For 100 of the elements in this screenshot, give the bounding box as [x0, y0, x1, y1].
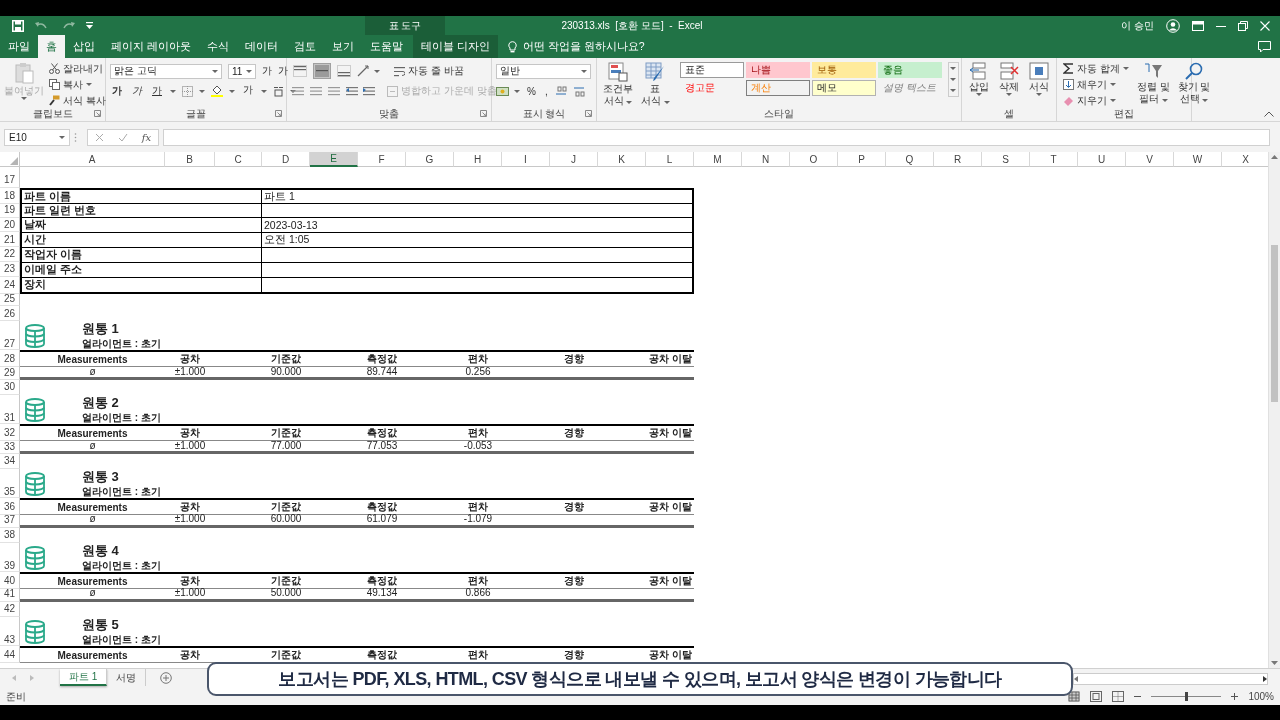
column-letter[interactable]: V — [1126, 152, 1174, 167]
wrap-text-button[interactable]: 자동 줄 바꿈 — [392, 64, 466, 78]
sheet-tab[interactable]: 서명 — [107, 669, 147, 686]
cell-style-swatch[interactable]: 좋음 — [877, 62, 942, 78]
ribbon-tab[interactable]: 도움말 — [361, 35, 411, 58]
vertical-align-button[interactable] — [335, 63, 353, 79]
bold-button[interactable]: 가 — [110, 84, 124, 98]
caret-icon — [976, 93, 982, 96]
column-letter[interactable]: T — [1030, 152, 1078, 167]
insert-function-button[interactable]: fx — [141, 131, 152, 143]
shrink-font-button[interactable]: 가 — [278, 64, 288, 78]
column-header: 공차 — [180, 648, 200, 663]
cell-style-swatch[interactable]: 나쁨 — [745, 62, 810, 78]
font-name-dropdown[interactable]: 맑은 고딕 — [110, 63, 222, 79]
column-letter[interactable]: C — [215, 152, 262, 167]
number-format-dropdown[interactable]: 일반 — [496, 63, 591, 79]
table-cell: 61.079 — [366, 513, 398, 525]
column-letter[interactable]: F — [358, 152, 406, 167]
copy-button[interactable]: 복사 — [47, 78, 108, 91]
table-cell: 파트 이름 — [20, 187, 262, 204]
font-size-dropdown[interactable]: 11 — [228, 63, 256, 79]
clear-button[interactable]: 지우기 — [1061, 94, 1131, 107]
ribbon-tab[interactable]: 검토 — [285, 35, 324, 58]
fill-button[interactable]: 채우기 — [1061, 78, 1131, 91]
cell-style-swatch[interactable]: 경고문 — [679, 80, 744, 96]
dialog-launcher-icon — [480, 110, 487, 117]
column-letter[interactable]: E — [310, 152, 358, 167]
insert-cells-button[interactable]: 삽입 — [967, 62, 991, 96]
format-cells-button[interactable]: 서식 — [1027, 62, 1051, 96]
column-letter[interactable]: N — [742, 152, 790, 167]
group-label: 스타일 — [764, 107, 794, 121]
formula-field[interactable] — [163, 128, 1270, 146]
ribbon-tab[interactable]: 파일 — [0, 35, 38, 58]
horizontal-scrollbar[interactable] — [1073, 673, 1268, 685]
column-header: Measurements — [57, 574, 128, 589]
column-letter[interactable]: H — [454, 152, 502, 167]
column-letter[interactable]: I — [502, 152, 550, 167]
column-letter[interactable]: G — [406, 152, 454, 167]
name-box[interactable]: E10 — [4, 128, 70, 146]
caret-icon — [374, 69, 380, 73]
ribbon-tab[interactable]: 테이블 디자인 — [412, 35, 498, 58]
group-label: 셀 — [1004, 107, 1014, 121]
caret-icon — [950, 67, 957, 70]
table-cell: 장치 — [20, 276, 262, 294]
table-cell: 77.053 — [366, 439, 398, 451]
grow-font-button[interactable]: 가 — [262, 64, 272, 78]
column-header: 측정값 — [367, 648, 397, 663]
column-letter[interactable]: W — [1174, 152, 1222, 167]
column-letter[interactable]: O — [790, 152, 838, 167]
column-letter[interactable]: K — [598, 152, 646, 167]
sort-filter-button[interactable]: 정렬 및 필터 — [1134, 62, 1172, 104]
section-subtitle: 얼라이먼트 : 초기 — [82, 411, 161, 425]
row-number: 22 — [0, 247, 20, 262]
font-color-button[interactable]: 가 — [241, 84, 255, 98]
ribbon-tab[interactable]: 삽입 — [65, 35, 103, 58]
cell-style-swatch[interactable]: 표준 — [679, 62, 744, 78]
format-painter-button[interactable]: 서식 복사 — [47, 94, 108, 107]
column-letter[interactable]: R — [934, 152, 982, 167]
table-cell: 0.866 — [465, 586, 491, 599]
vertical-align-button[interactable] — [313, 63, 331, 79]
comma-button[interactable]: , — [542, 84, 550, 98]
percent-button[interactable]: % — [525, 84, 538, 98]
italic-button[interactable]: 가 — [130, 84, 144, 98]
cell-style-swatch[interactable]: 설명 텍스트 — [877, 80, 942, 96]
ribbon-tab[interactable]: 수식 — [198, 35, 237, 58]
borders-icon — [182, 85, 193, 97]
vertical-align-button[interactable] — [291, 63, 309, 79]
column-letter[interactable]: M — [694, 152, 742, 167]
find-select-button[interactable]: 찾기 및 선택 — [1175, 62, 1213, 104]
sheet-tab[interactable]: 파트 1 — [60, 669, 108, 686]
zoom-level[interactable]: 100% — [1248, 691, 1274, 702]
column-letter[interactable]: L — [646, 152, 694, 167]
vertical-scrollbar[interactable] — [1268, 152, 1280, 668]
column-letter[interactable]: S — [982, 152, 1030, 167]
gallery-scroll[interactable] — [947, 62, 959, 97]
column-header: 측정값 — [367, 426, 397, 441]
scroll-thumb[interactable] — [1271, 245, 1278, 402]
column-letter[interactable]: J — [550, 152, 598, 167]
cut-button[interactable]: 잘라내기 — [47, 62, 108, 75]
underline-button[interactable]: 가 — [150, 84, 164, 98]
column-letter[interactable]: P — [838, 152, 886, 167]
column-header: 경향 — [564, 574, 584, 589]
ribbon-tab[interactable]: 홈 — [38, 35, 65, 58]
slider-thumb[interactable] — [1185, 692, 1189, 701]
ribbon-tab[interactable]: 보기 — [323, 35, 362, 58]
format-as-table-button[interactable]: 표 서식 — [639, 62, 672, 106]
column-letter[interactable]: U — [1078, 152, 1126, 167]
tell-me-field[interactable]: 어떤 작업을 원하시나요? — [522, 39, 645, 54]
ribbon-tab[interactable]: 데이터 — [236, 35, 286, 58]
column-letter[interactable]: Q — [886, 152, 934, 167]
conditional-formatting-button[interactable]: 조건부 서식 — [601, 62, 635, 106]
cell-style-swatch[interactable]: 보통 — [811, 62, 876, 78]
column-letter[interactable]: B — [165, 152, 215, 167]
ribbon-tab[interactable]: 페이지 레이아웃 — [103, 35, 199, 58]
column-letter[interactable]: A — [20, 152, 165, 167]
avatar-icon — [1166, 18, 1180, 33]
cell-style-swatch[interactable]: 메모 — [811, 80, 876, 96]
autosum-button[interactable]: 자동 합계 — [1061, 62, 1131, 75]
restore-icon — [1238, 20, 1248, 31]
delete-cells-button[interactable]: 삭제 — [997, 62, 1021, 96]
